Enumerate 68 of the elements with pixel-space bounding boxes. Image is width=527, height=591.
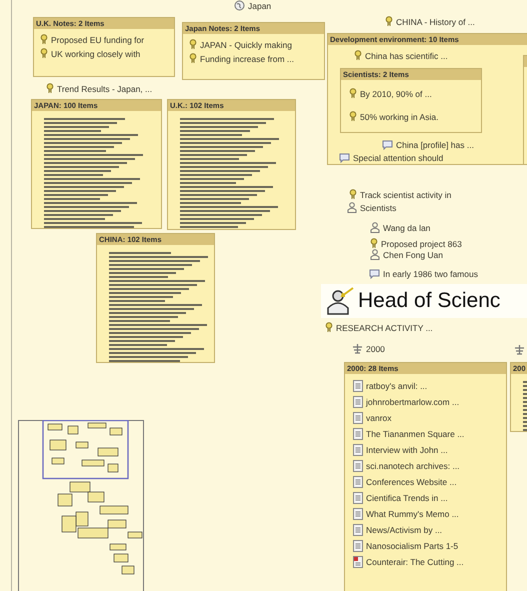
node-label[interactable]: Proposed project 863 (381, 238, 462, 248)
node-label[interactable]: 50% working in Asia. (360, 112, 438, 122)
node-label[interactable]: Wang da lan (383, 222, 430, 232)
document-icon (353, 396, 363, 408)
bulb-icon (354, 50, 362, 61)
document-icon (353, 460, 363, 472)
bulb-icon (189, 39, 197, 50)
node-label[interactable]: Cientifica Trends in ... (366, 493, 448, 503)
node-label[interactable]: UK working closely with (51, 48, 140, 58)
document-icon (353, 476, 363, 488)
bulb-icon (40, 48, 48, 59)
node-label[interactable]: The Tiananmen Square ... (366, 429, 464, 439)
document-icon (353, 540, 363, 552)
comment-icon (382, 140, 393, 150)
focus-title: Head of Scienc (358, 289, 500, 313)
bulb-icon (40, 34, 48, 45)
bulb-icon (46, 83, 54, 94)
node-label[interactable]: Nanosocialism Parts 1-5 (366, 541, 458, 551)
node-label[interactable]: Interview with John ... (366, 445, 448, 455)
comment-icon (339, 153, 350, 163)
node-label[interactable]: RESEARCH ACTIVITY ... (336, 322, 433, 332)
node-label[interactable]: Counterair: The Cutting ... (366, 557, 464, 567)
node-label[interactable]: 2000 (366, 344, 385, 354)
bulb-icon (385, 16, 393, 27)
comment-icon (369, 269, 380, 279)
node-label[interactable]: News/Activism by ... (366, 525, 442, 535)
document-icon (353, 412, 363, 424)
node-label[interactable]: Scientists (360, 202, 396, 212)
node-label[interactable]: Proposed EU funding for (51, 34, 144, 44)
document-icon (353, 492, 363, 504)
node-label[interactable]: ratboy's anvil: ... (366, 381, 428, 391)
node-label[interactable]: JAPAN - Quickly making (200, 40, 292, 50)
node-label[interactable]: johnrobertmarlow.com ... (366, 397, 460, 407)
note-box[interactable] (344, 362, 507, 591)
document-icon (353, 428, 363, 440)
person-icon (370, 249, 380, 260)
node-label[interactable]: CHINA - History of ... (396, 16, 475, 26)
document-icon (353, 444, 363, 456)
node-label[interactable]: vanrox (366, 413, 392, 423)
node-label[interactable]: By 2010, 90% of ... (360, 88, 432, 98)
bulb-icon (325, 322, 333, 333)
document-icon (353, 380, 363, 392)
node-label[interactable]: Funding increase from ... (200, 54, 294, 64)
node-label[interactable]: Special attention should (353, 153, 444, 163)
node-label[interactable]: Trend Results - Japan, ... (57, 84, 152, 94)
node-label[interactable]: China [profile] has ... (396, 140, 474, 150)
bulb-icon (349, 111, 357, 122)
node-label[interactable]: Chen Fong Uan (383, 250, 444, 260)
tree-icon (514, 344, 525, 355)
document-icon (353, 524, 363, 536)
overview-map[interactable] (18, 420, 144, 591)
node-label[interactable]: Japan (248, 0, 272, 10)
node-label[interactable]: What Rummy's Memo ... (366, 509, 459, 519)
bulb-icon (370, 238, 378, 249)
node-label[interactable]: In early 1986 two famous (383, 269, 478, 279)
document-icon (353, 556, 363, 568)
document-icon (353, 508, 363, 520)
person-icon (347, 202, 357, 213)
bulb-icon (349, 189, 357, 200)
tree-icon (352, 343, 363, 354)
bulb-icon (349, 88, 357, 99)
node-label[interactable]: China has scientific ... (365, 50, 448, 60)
person-icon (370, 222, 380, 233)
person-icon (325, 286, 355, 316)
bulb-icon (189, 53, 197, 64)
node-label[interactable]: sci.nanotech archives: ... (366, 461, 460, 471)
node-label[interactable]: Conferences Website ... (366, 477, 457, 487)
node-label[interactable]: Track scientist activity in (360, 190, 452, 200)
